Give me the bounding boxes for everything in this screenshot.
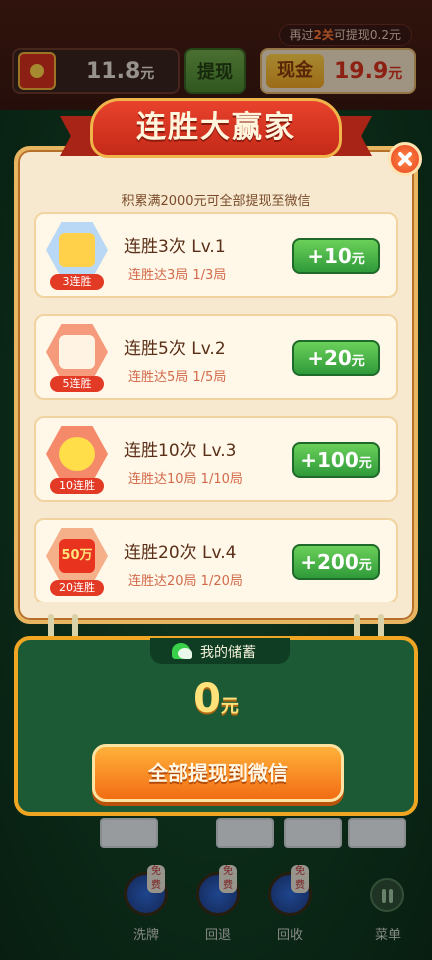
chick-icon (59, 437, 95, 471)
streak-badge: 3连胜 (42, 220, 112, 292)
reward-button[interactable]: +20元 (292, 340, 380, 376)
red-envelope-icon: 50万 (59, 539, 95, 573)
calendar-icon (59, 335, 95, 369)
savings-header: 我的储蓄 (150, 638, 290, 664)
task-title: 连胜10次 Lv.3 (124, 441, 237, 461)
task-progress: 连胜达20局 1/20局 (128, 574, 243, 589)
streak-badge: 10连胜 (42, 424, 112, 496)
task-progress: 连胜达5局 1/5局 (128, 370, 227, 385)
task-title: 连胜20次 Lv.4 (124, 543, 237, 563)
popup-title: 连胜大赢家 (136, 110, 296, 145)
task-title: 连胜5次 Lv.2 (124, 339, 226, 359)
list-item: 3连胜 连胜3次 Lv.1 连胜达3局 1/3局 +10元 (34, 212, 398, 298)
wechat-icon (172, 643, 192, 659)
streak-badge: 5连胜 (42, 322, 112, 394)
savings-amount: 0元 (193, 676, 239, 722)
streak-badge: 50万 20连胜 (42, 526, 112, 598)
close-icon[interactable] (388, 142, 422, 176)
reward-button[interactable]: +200元 (292, 544, 380, 580)
savings-title: 我的储蓄 (200, 645, 256, 661)
reward-button[interactable]: +100元 (292, 442, 380, 478)
streak-popup: 积累满2000元可全部提现至微信 3连胜 连胜3次 Lv.1 连胜达3局 1/3… (14, 146, 418, 624)
task-list[interactable]: 3连胜 连胜3次 Lv.1 连胜达3局 1/3局 +10元 5连胜 连胜5次 L… (34, 212, 398, 602)
task-progress: 连胜达3局 1/3局 (128, 268, 227, 283)
task-progress: 连胜达10局 1/10局 (128, 472, 243, 487)
task-title: 连胜3次 Lv.1 (124, 237, 226, 257)
popup-title-ribbon: 连胜大赢家 (60, 94, 372, 166)
list-item: 50万 20连胜 连胜20次 Lv.4 连胜达20局 1/20局 +200元 (34, 518, 398, 602)
reward-button[interactable]: +10元 (292, 238, 380, 274)
list-item: 5连胜 连胜5次 Lv.2 连胜达5局 1/5局 +20元 (34, 314, 398, 400)
popup-subtitle: 积累满2000元可全部提现至微信 (121, 194, 311, 209)
gift-box-icon (59, 233, 95, 267)
savings-panel: 我的储蓄 0元 全部提现到微信 (14, 636, 418, 816)
list-item: 10连胜 连胜10次 Lv.3 连胜达10局 1/10局 +100元 (34, 416, 398, 502)
withdraw-all-button[interactable]: 全部提现到微信 (92, 744, 344, 802)
